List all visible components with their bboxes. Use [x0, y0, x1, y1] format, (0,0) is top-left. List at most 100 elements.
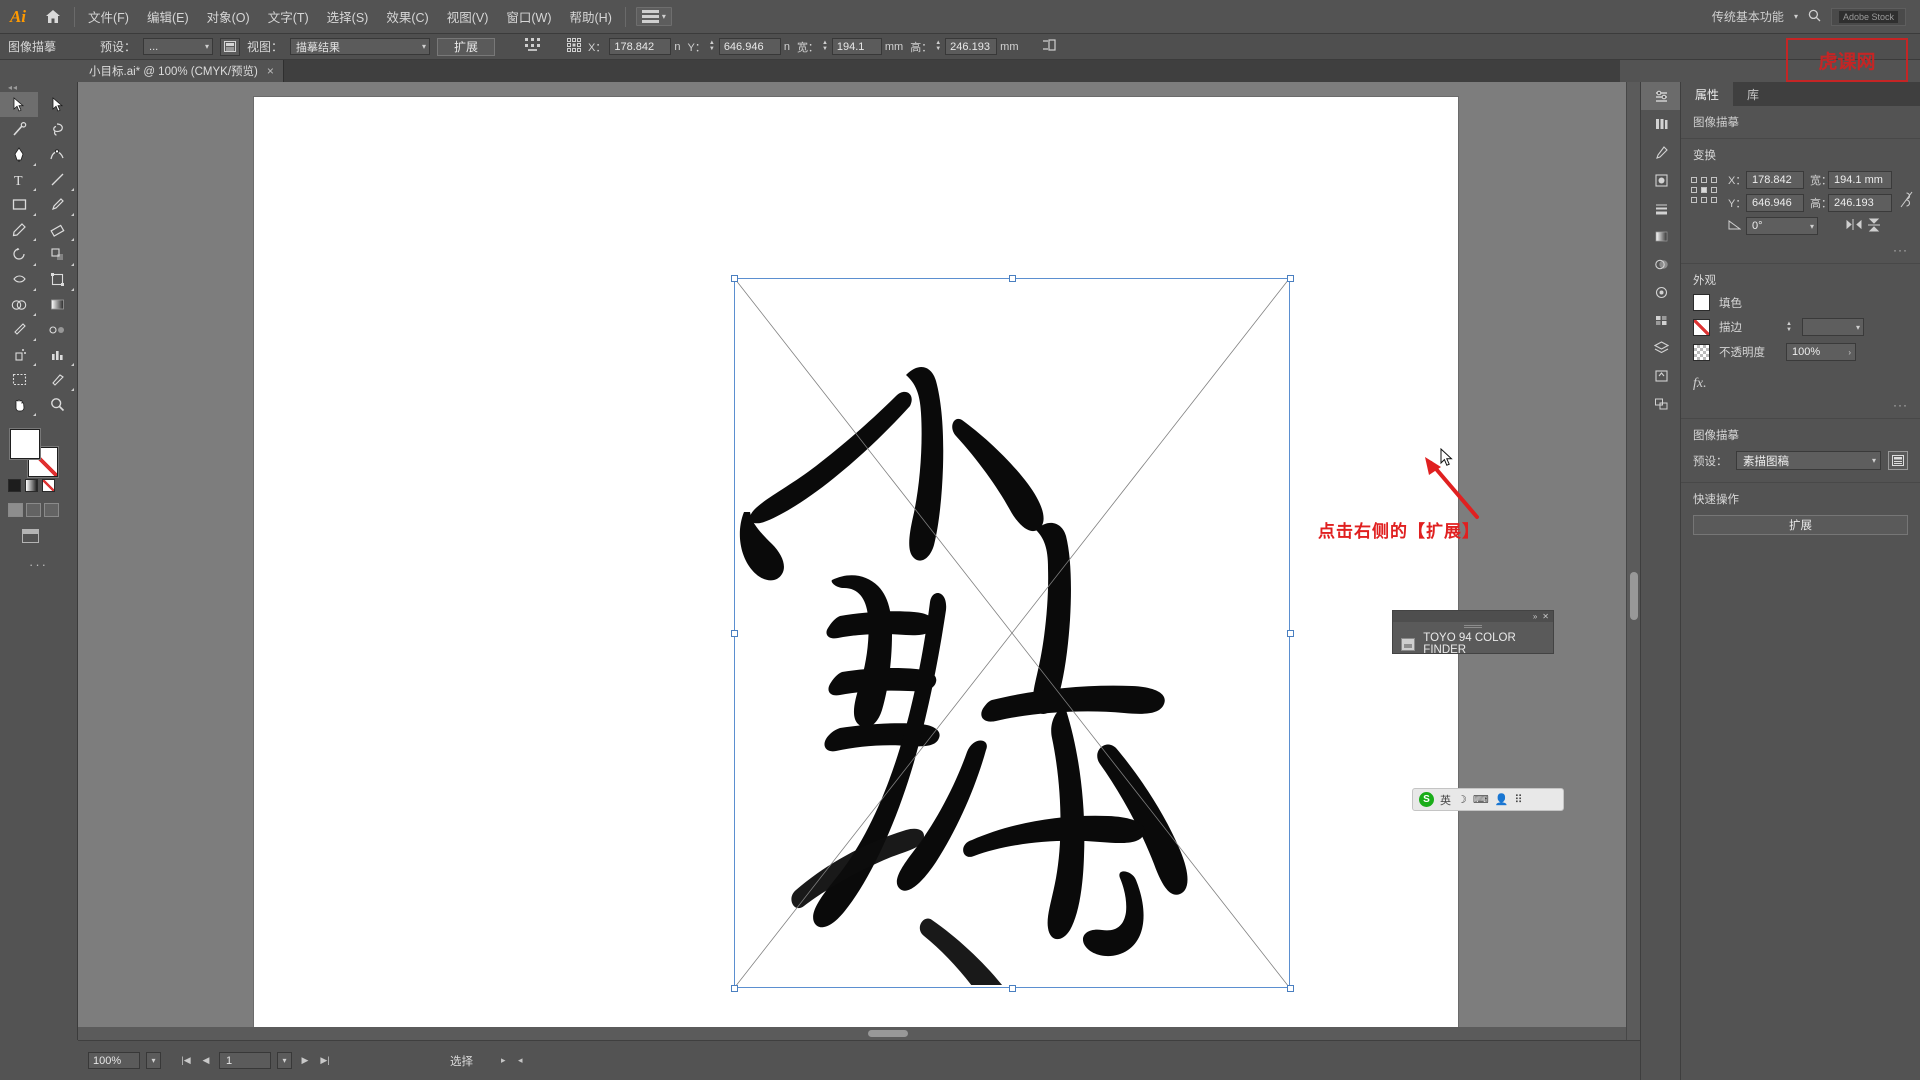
preset-select[interactable]: ... ▾	[143, 38, 214, 55]
free-transform-tool[interactable]	[38, 267, 76, 292]
selection-handle-mr[interactable]	[1287, 630, 1294, 637]
menu-file[interactable]: 文件(F)	[79, 3, 138, 30]
zoom-level-input[interactable]: 100%	[88, 1052, 140, 1069]
rectangle-tool[interactable]	[0, 192, 38, 217]
keyboard-icon[interactable]: ⌨	[1473, 793, 1489, 806]
brushes-panel-icon[interactable]	[1641, 138, 1681, 166]
ref-point-mr[interactable]	[1711, 187, 1717, 193]
document-tab[interactable]: 小目标.ai* @ 100% (CMYK/预览) ×	[80, 60, 284, 82]
menu-window[interactable]: 窗口(W)	[497, 3, 560, 30]
blend-tool[interactable]	[38, 317, 76, 342]
flip-horizontal-icon[interactable]	[1846, 218, 1862, 234]
first-artboard-button[interactable]: |◀	[179, 1055, 193, 1066]
curvature-tool[interactable]	[38, 142, 76, 167]
artboard-number-input[interactable]: 1	[219, 1052, 271, 1069]
menu-help[interactable]: 帮助(H)	[561, 3, 621, 30]
height-field-group[interactable]: 高： ▲ ▼ 246.193 mm	[910, 38, 1019, 55]
trace-panel-icon[interactable]	[220, 37, 241, 56]
pen-tool[interactable]	[0, 142, 38, 167]
ref-point-bc[interactable]	[1701, 197, 1707, 203]
sogou-logo-icon[interactable]: S	[1419, 792, 1434, 807]
constrain-proportions-toggle[interactable]	[1900, 171, 1913, 208]
collapse-icon[interactable]: »	[1533, 612, 1537, 621]
default-colors-icon[interactable]	[8, 479, 21, 492]
zoom-level-dropdown[interactable]: ▾	[146, 1052, 161, 1069]
toolbar-grip[interactable]: ◂◂	[0, 82, 77, 92]
transform-more-options-icon[interactable]: ···	[1681, 243, 1920, 261]
prop-x-input[interactable]: 178.842	[1746, 171, 1804, 189]
next-artboard-button[interactable]: ▶	[298, 1055, 312, 1066]
ime-toolbar[interactable]: S 英 ☽ ⌨ 👤 ⠿	[1412, 788, 1564, 811]
menu-select[interactable]: 选择(S)	[318, 3, 378, 30]
scale-tool[interactable]	[38, 242, 76, 267]
trace-preset-select[interactable]: 素描图稿 ▾	[1736, 451, 1881, 470]
type-tool[interactable]: T	[0, 167, 38, 192]
opacity-input[interactable]: 100% ›	[1786, 343, 1856, 361]
fill-swatch[interactable]	[10, 429, 40, 459]
eraser-tool[interactable]	[38, 217, 76, 242]
close-icon[interactable]: ✕	[1542, 612, 1549, 621]
flip-vertical-icon[interactable]	[1867, 218, 1881, 235]
symbol-sprayer-tool[interactable]	[0, 342, 38, 367]
stroke-weight-stepper-icon[interactable]: ▲ ▼	[1786, 321, 1792, 333]
gradient-tool[interactable]	[38, 292, 76, 317]
workspace-switcher-button[interactable]: ▾	[635, 7, 672, 26]
artwork-calligraphy[interactable]	[736, 280, 1288, 985]
ime-menu-icon[interactable]: ⠿	[1514, 793, 1522, 806]
ref-point-ml[interactable]	[1691, 187, 1697, 193]
none-swatch-icon[interactable]	[42, 479, 55, 492]
prop-y-input[interactable]: 646.946	[1746, 194, 1804, 212]
symbols-panel-icon[interactable]	[1641, 166, 1681, 194]
workspace-name-label[interactable]: 传统基本功能	[1712, 8, 1784, 25]
artboard-tool[interactable]	[0, 367, 38, 392]
eyedropper-tool[interactable]	[0, 317, 38, 342]
x-input[interactable]: 178.842	[609, 38, 672, 55]
zoom-tool[interactable]	[38, 392, 76, 417]
transform-lock-icon[interactable]	[1041, 38, 1057, 55]
ref-point-bl[interactable]	[1691, 197, 1697, 203]
reference-point-selector[interactable]	[1691, 171, 1720, 206]
appearance-more-options-icon[interactable]: ···	[1681, 398, 1920, 416]
toyo-color-finder-panel[interactable]: » ✕ TOYO 94 COLOR FINDER	[1392, 610, 1554, 656]
pencil-tool[interactable]	[0, 217, 38, 242]
toolbar-more-icon[interactable]: ···	[0, 557, 77, 572]
width-tool[interactable]	[0, 267, 38, 292]
close-icon[interactable]: ×	[267, 64, 274, 78]
tab-properties[interactable]: 属性	[1681, 82, 1734, 106]
reference-point-icon[interactable]	[567, 38, 582, 55]
opacity-swatch-icon[interactable]	[1693, 343, 1710, 361]
width-field-group[interactable]: 宽： ▲ ▼ 194.1 mm	[797, 38, 903, 55]
line-segment-tool[interactable]	[38, 167, 76, 192]
transparency-panel-icon[interactable]	[1641, 250, 1681, 278]
selection-handle-ml[interactable]	[731, 630, 738, 637]
selection-tool[interactable]	[0, 92, 38, 117]
draw-behind-icon[interactable]	[26, 503, 41, 517]
prop-height-input[interactable]: 246.193	[1828, 194, 1892, 212]
prev-artboard-button[interactable]: ◀	[199, 1055, 213, 1066]
x-field-group[interactable]: X： 178.842 n	[588, 38, 681, 55]
appearance-panel-icon[interactable]	[1641, 278, 1681, 306]
status-nav-icons[interactable]: ▸ ◂	[501, 1055, 528, 1066]
stroke-weight-input[interactable]: ▾	[1801, 318, 1864, 336]
artboards-panel-icon[interactable]	[1641, 390, 1681, 418]
menu-object[interactable]: 对象(O)	[198, 3, 259, 30]
y-input[interactable]: 646.946	[718, 38, 781, 55]
expand-quick-action-button[interactable]: 扩展	[1693, 515, 1908, 535]
menu-edit[interactable]: 编辑(E)	[138, 3, 198, 30]
vertical-scroll-thumb[interactable]	[1630, 572, 1638, 620]
horizontal-scrollbar[interactable]	[78, 1027, 1626, 1040]
canvas-area[interactable]	[78, 82, 1640, 1040]
ref-point-tc[interactable]	[1701, 177, 1707, 183]
fill-swatch-button[interactable]	[1693, 294, 1710, 311]
slice-tool[interactable]	[38, 367, 76, 392]
rotate-tool[interactable]	[0, 242, 38, 267]
width-input[interactable]: 194.1	[831, 38, 882, 55]
expand-button[interactable]: 扩展	[437, 37, 496, 56]
ref-point-center[interactable]	[1701, 187, 1707, 193]
user-icon[interactable]: 👤	[1495, 793, 1509, 806]
stroke-swatch-button[interactable]	[1693, 318, 1710, 336]
ref-point-br[interactable]	[1711, 197, 1717, 203]
tab-libraries[interactable]: 库	[1733, 82, 1773, 106]
ref-point-tl[interactable]	[1691, 177, 1697, 183]
draw-normal-icon[interactable]	[8, 503, 23, 517]
